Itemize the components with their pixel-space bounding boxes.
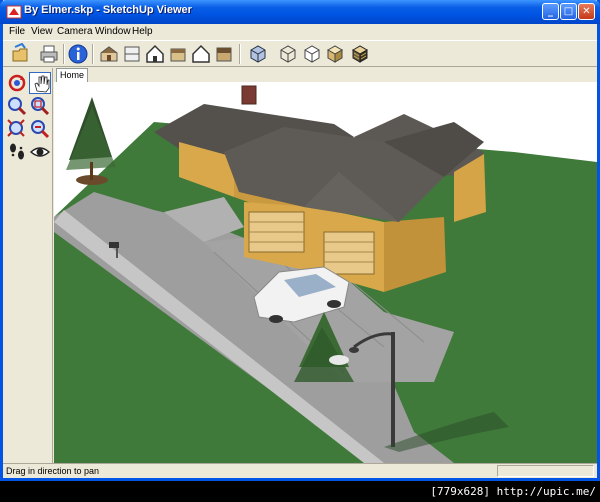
zoom-window-icon[interactable] [29, 95, 51, 117]
menu-help[interactable]: Help [132, 26, 153, 37]
toolbar-separator [239, 44, 241, 64]
print-icon[interactable] [38, 43, 60, 65]
scene-tabs: Home [54, 68, 597, 82]
camera-tools-sidebar [3, 68, 53, 463]
tab-home[interactable]: Home [56, 68, 88, 82]
app-window: By Elmer.skp - SketchUp Viewer _ □ ✕ Fil… [0, 0, 600, 481]
watermark-bar: [779x628] http://upic.me/ [0, 481, 600, 502]
maximize-button[interactable]: □ [560, 3, 577, 20]
xray-style-icon[interactable] [247, 43, 269, 65]
hidden-line-style-icon[interactable] [301, 43, 323, 65]
menu-camera[interactable]: Camera [57, 26, 93, 37]
3d-viewport[interactable] [54, 82, 597, 463]
title-bar[interactable]: By Elmer.skp - SketchUp Viewer _ □ ✕ [0, 0, 600, 24]
previous-view-icon[interactable] [29, 118, 51, 140]
toolbar-separator [92, 44, 94, 64]
pan-icon[interactable] [29, 72, 51, 94]
toolbar-separator [63, 44, 65, 64]
menu-file[interactable]: File [9, 26, 25, 37]
menu-view[interactable]: View [31, 26, 53, 37]
toolbar [3, 40, 597, 67]
open-file-icon[interactable] [10, 42, 32, 65]
back-view-icon[interactable] [190, 43, 212, 65]
orbit-icon[interactable] [6, 72, 28, 94]
watermark-text: [779x628] http://upic.me/ [430, 485, 596, 498]
look-around-icon[interactable] [29, 141, 51, 163]
status-text: Drag in direction to pan [6, 466, 100, 476]
zoom-extents-icon[interactable] [6, 118, 28, 140]
top-view-icon[interactable] [121, 43, 143, 65]
house-model-render [54, 82, 597, 463]
status-bar: Drag in direction to pan [3, 463, 597, 478]
menu-window[interactable]: Window [95, 26, 131, 37]
front-view-icon[interactable] [144, 43, 166, 65]
model-info-icon[interactable] [67, 43, 89, 65]
zoom-icon[interactable] [6, 95, 28, 117]
walk-icon[interactable] [6, 141, 28, 163]
minimize-button[interactable]: _ [542, 3, 559, 20]
window-title: By Elmer.skp - SketchUp Viewer [24, 4, 192, 16]
wireframe-style-icon[interactable] [277, 43, 299, 65]
status-measurement-box [497, 465, 594, 477]
shaded-style-icon[interactable] [324, 43, 346, 65]
right-view-icon[interactable] [167, 43, 189, 65]
close-button[interactable]: ✕ [578, 3, 595, 20]
shaded-texture-style-icon[interactable] [349, 43, 371, 65]
sketchup-app-icon [6, 4, 22, 20]
left-view-icon[interactable] [213, 43, 235, 65]
menu-bar: File View Camera Window Help [3, 24, 597, 40]
iso-view-icon[interactable] [98, 43, 120, 65]
